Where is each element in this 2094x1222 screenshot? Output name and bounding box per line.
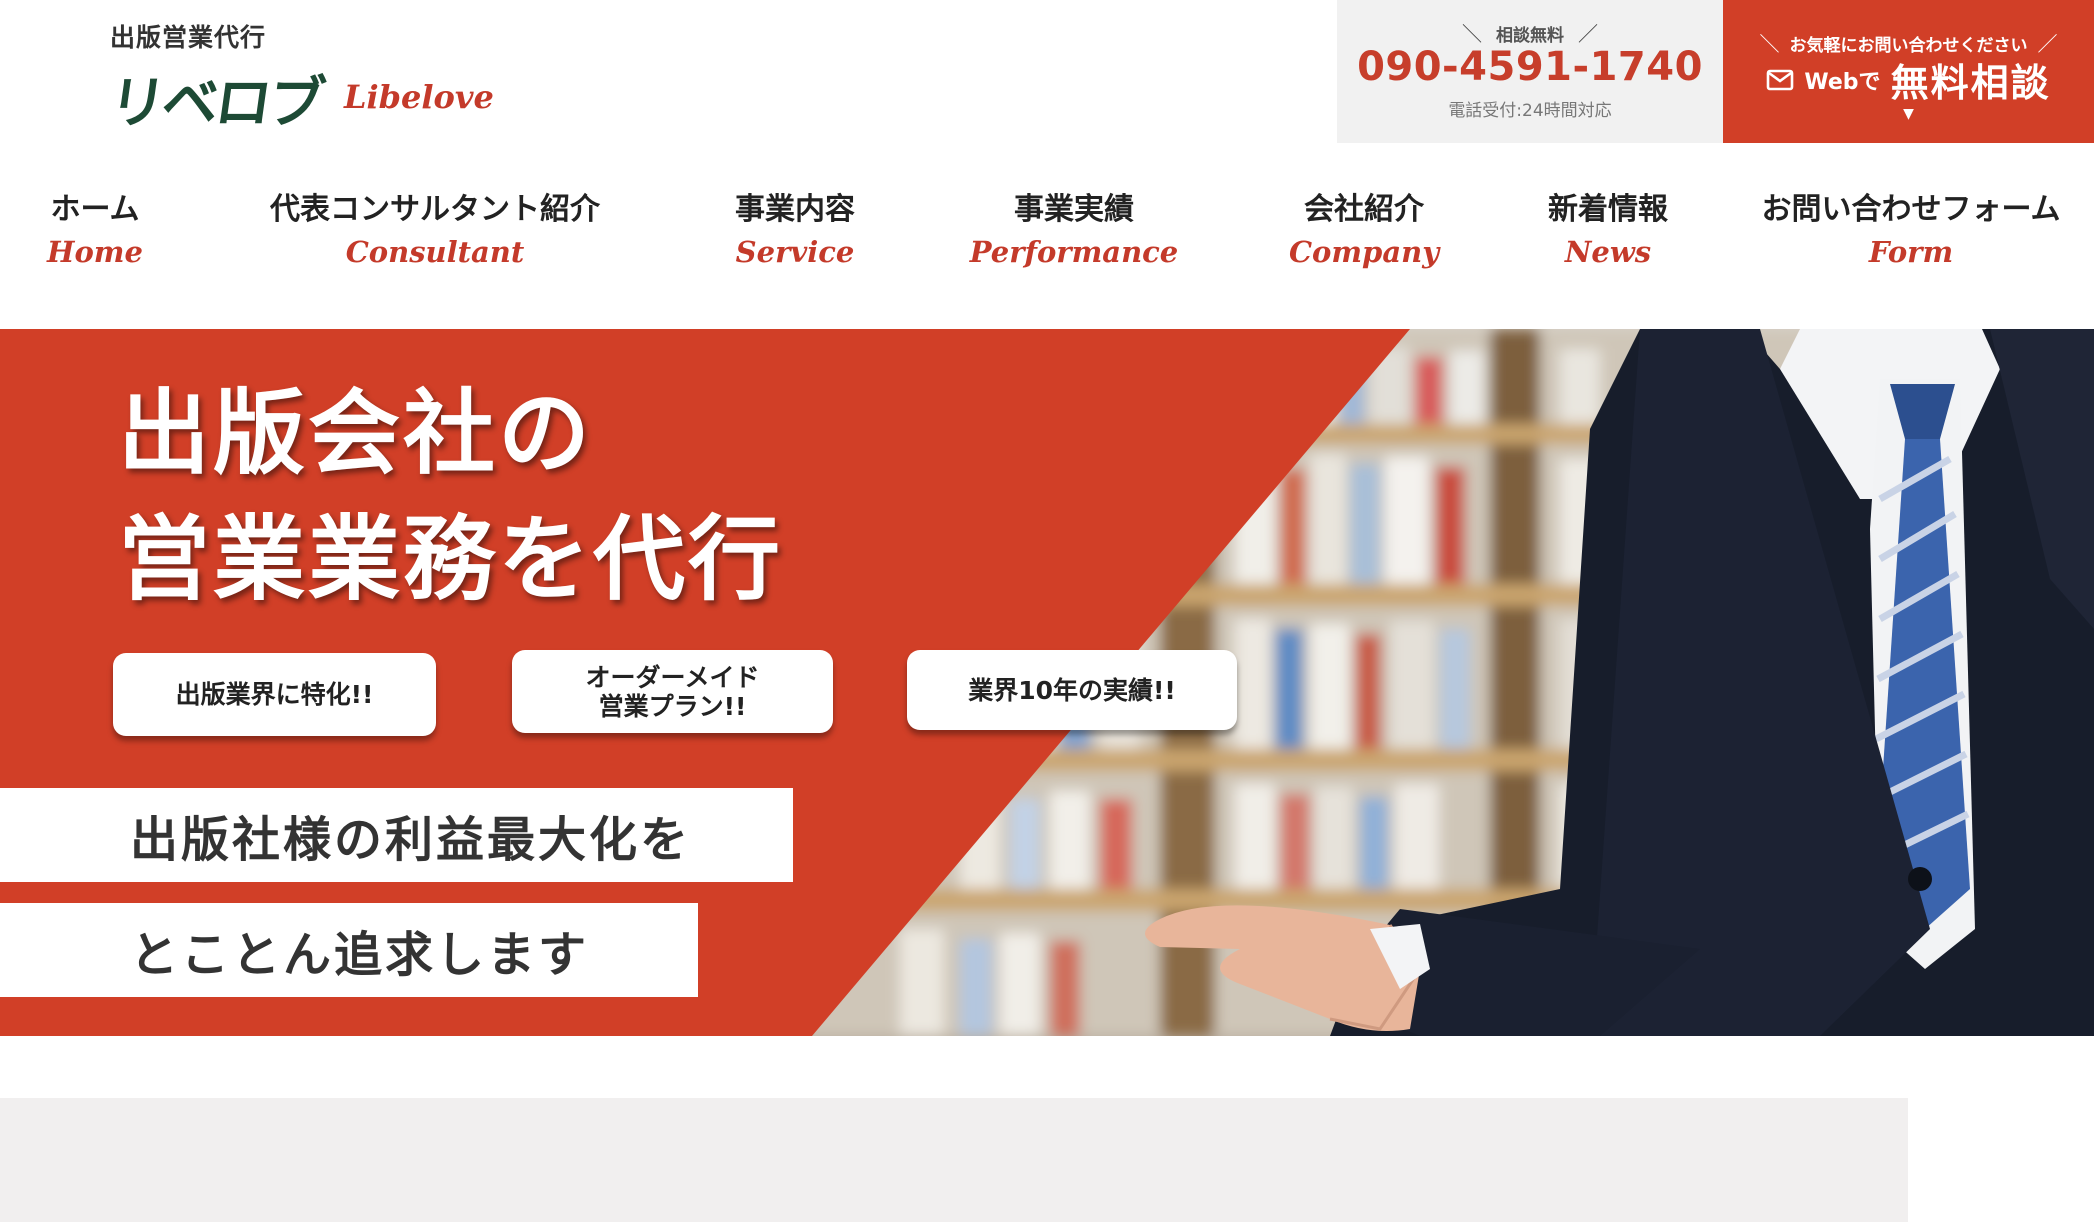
nav-label-en: News (1564, 235, 1652, 269)
mail-icon (1766, 69, 1794, 91)
logo-english: Libelove (344, 78, 494, 116)
hero-title-line-1: 出版会社の (118, 380, 594, 487)
feature-badge-industry: 出版業界に特化!! (113, 653, 436, 736)
nav-label-jp: ホーム (50, 192, 140, 227)
nav-item-consultant[interactable]: 代表コンサルタント紹介 Consultant (270, 190, 600, 274)
nav-label-jp: お問い合わせフォーム (1761, 192, 2061, 227)
nav-label-en: Consultant (345, 235, 525, 269)
nav-label-jp: 代表コンサルタント紹介 (270, 192, 600, 227)
global-nav: ホーム Home 代表コンサルタント紹介 Consultant 事業内容 Ser… (0, 190, 2094, 290)
logo-subtitle: 出版営業代行 (110, 23, 267, 52)
nav-label-en: Service (735, 235, 855, 269)
hero-banner: 出版会社の 営業業務を代行 出版業界に特化!! オーダーメイド 営業プラン!! … (0, 329, 2094, 1036)
nav-item-home[interactable]: ホーム Home (47, 190, 143, 274)
feature-badge-label: 営業プラン!! (598, 691, 747, 721)
feature-badge-label: 出版業界に特化!! (175, 680, 374, 709)
caret-down-icon: ▼ (1903, 106, 1914, 122)
slash-left: ＼ (1462, 22, 1482, 46)
logo-wordmark: リベロブ (104, 71, 326, 136)
nav-item-performance[interactable]: 事業実績 Performance (970, 190, 1179, 274)
next-section-background (0, 1098, 1908, 1222)
web-big-label: 無料相談 (1890, 61, 2051, 105)
phone-hours: 電話受付:24時間対応 (1448, 101, 1612, 121)
phone-contact[interactable]: ＼ 相談無料 ／ 090-4591-1740 電話受付:24時間対応 (1337, 0, 1723, 143)
nav-label-en: Performance (969, 235, 1179, 269)
web-small-label: Webで (1804, 69, 1881, 95)
nav-item-news[interactable]: 新着情報 News (1548, 190, 1668, 274)
feature-badge-track-record: 業界10年の実績!! (907, 650, 1237, 730)
feature-badge-label: オーダーメイド (585, 662, 760, 692)
web-consultation-button[interactable]: ＼ お気軽にお問い合わせください／ Webで 無料相談 ▼ (1723, 0, 2094, 143)
feature-badge-label: 業界10年の実績!! (968, 675, 1176, 705)
nav-label-en: Home (47, 235, 143, 269)
nav-label-en: Form (1868, 235, 1954, 269)
feature-badge-custom-plan: オーダーメイド 営業プラン!! (512, 650, 833, 733)
nav-label-jp: 新着情報 (1548, 192, 1668, 227)
phone-label: 相談無料 (1496, 26, 1564, 46)
nav-label-en: Company (1288, 235, 1440, 269)
hero-tagline-2: とことん追求します (0, 903, 698, 997)
nav-item-form[interactable]: お問い合わせフォーム Form (1761, 190, 2060, 274)
nav-item-service[interactable]: 事業内容 Service (735, 190, 855, 274)
hero-tagline-1: 出版社様の利益最大化を (0, 788, 793, 882)
hero-title: 出版会社の 営業業務を代行 (118, 371, 783, 623)
hero-title-line-2: 営業業務を代行 (118, 506, 784, 613)
nav-label-jp: 事業実績 (1014, 192, 1134, 227)
nav-label-jp: 事業内容 (735, 192, 855, 227)
phone-number[interactable]: 090-4591-1740 (1337, 44, 1723, 90)
slash-right: ／ (1578, 22, 1598, 46)
nav-label-jp: 会社紹介 (1304, 192, 1424, 227)
nav-item-company[interactable]: 会社紹介 Company (1289, 190, 1439, 274)
